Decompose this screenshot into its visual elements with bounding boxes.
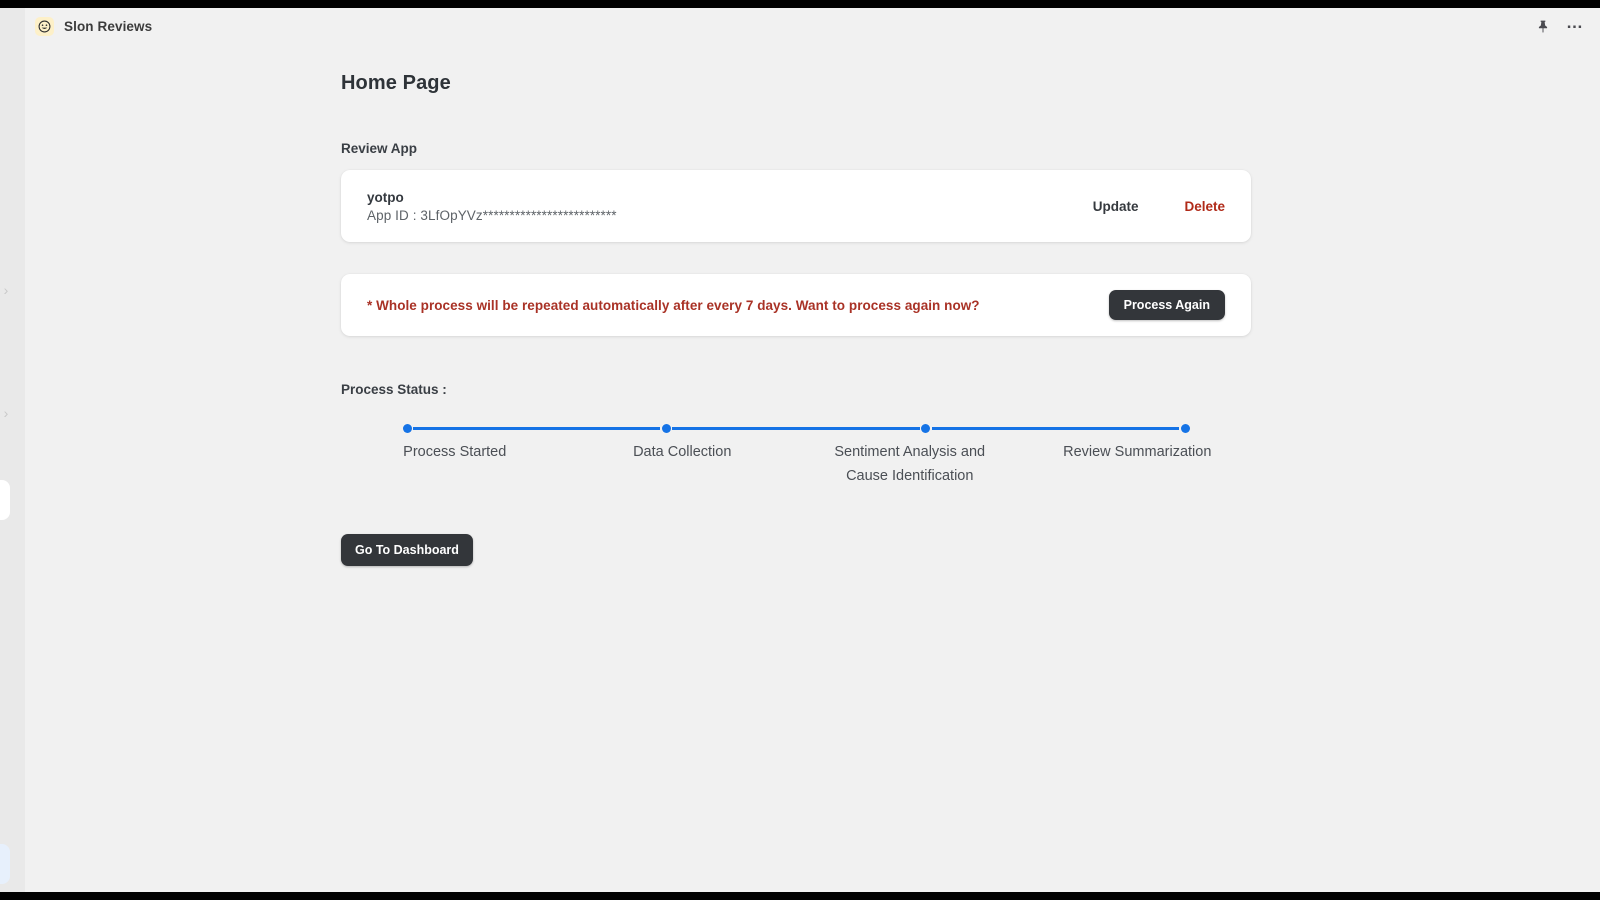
rail-expand-chevron-icon-top[interactable]: › [0, 281, 12, 299]
pin-icon[interactable] [1536, 19, 1550, 34]
stepper-label-3: Sentiment Analysis and Cause Identificat… [834, 444, 986, 484]
process-status-section-label: Process Status : [341, 382, 447, 397]
stepper-track [402, 420, 1190, 436]
rail-tab-white[interactable] [0, 480, 10, 520]
stepper-label-1: Process Started [403, 444, 507, 460]
more-options-icon[interactable]: … [1566, 14, 1584, 34]
stepper-label-2: Data Collection [633, 444, 732, 460]
stepper-dot-3[interactable] [921, 424, 931, 433]
top-bar: Slon Reviews … [25, 8, 1600, 44]
stepper-dot-4[interactable] [1180, 424, 1190, 433]
app-name: yotpo [367, 189, 404, 205]
smiley-face-icon [35, 16, 54, 36]
stepper-dot-1[interactable] [402, 424, 412, 433]
app-card-actions: Update Delete [1093, 199, 1225, 214]
process-status-stepper: Process Started Data Collection Sentiment … [341, 420, 1251, 520]
app-id: App ID : 3LfOpYVz***********************… [367, 207, 617, 223]
go-to-dashboard-button[interactable]: Go To Dashboard [341, 534, 473, 566]
update-button[interactable]: Update [1093, 199, 1139, 214]
review-app-card: yotpo App ID : 3LfOpYVz*****************… [341, 170, 1251, 242]
review-app-section-label: Review App [341, 141, 418, 156]
stepper-labels: Process Started Data Collection Sentiment … [341, 440, 1251, 488]
stepper-connector-line [672, 427, 920, 430]
stepper-label-4: Review Summarization [1063, 444, 1212, 460]
main-content: Home Page Review App yotpo App ID : 3LfO… [25, 44, 1600, 892]
delete-button[interactable]: Delete [1184, 199, 1225, 214]
stepper-dot-2[interactable] [661, 424, 671, 433]
brand-title: Slon Reviews [64, 18, 153, 34]
top-bar-actions: … [1536, 14, 1584, 34]
left-rail: › › [0, 8, 25, 892]
app-info: yotpo App ID : 3LfOpYVz*****************… [367, 190, 617, 223]
process-notice-card: * Whole process will be repeated automat… [341, 274, 1251, 336]
page-title: Home Page [341, 72, 451, 94]
rail-tab-blue[interactable] [0, 844, 10, 884]
stepper-connector-line [413, 427, 661, 430]
rail-expand-chevron-icon-bottom[interactable]: › [0, 404, 12, 422]
process-again-button[interactable]: Process Again [1108, 290, 1225, 320]
stepper-connector-line [931, 427, 1179, 430]
brand: Slon Reviews [35, 16, 153, 36]
process-notice-text: * Whole process will be repeated automat… [367, 297, 980, 313]
app-window: › › Slon Reviews … Home Page Review App … [0, 8, 1600, 892]
